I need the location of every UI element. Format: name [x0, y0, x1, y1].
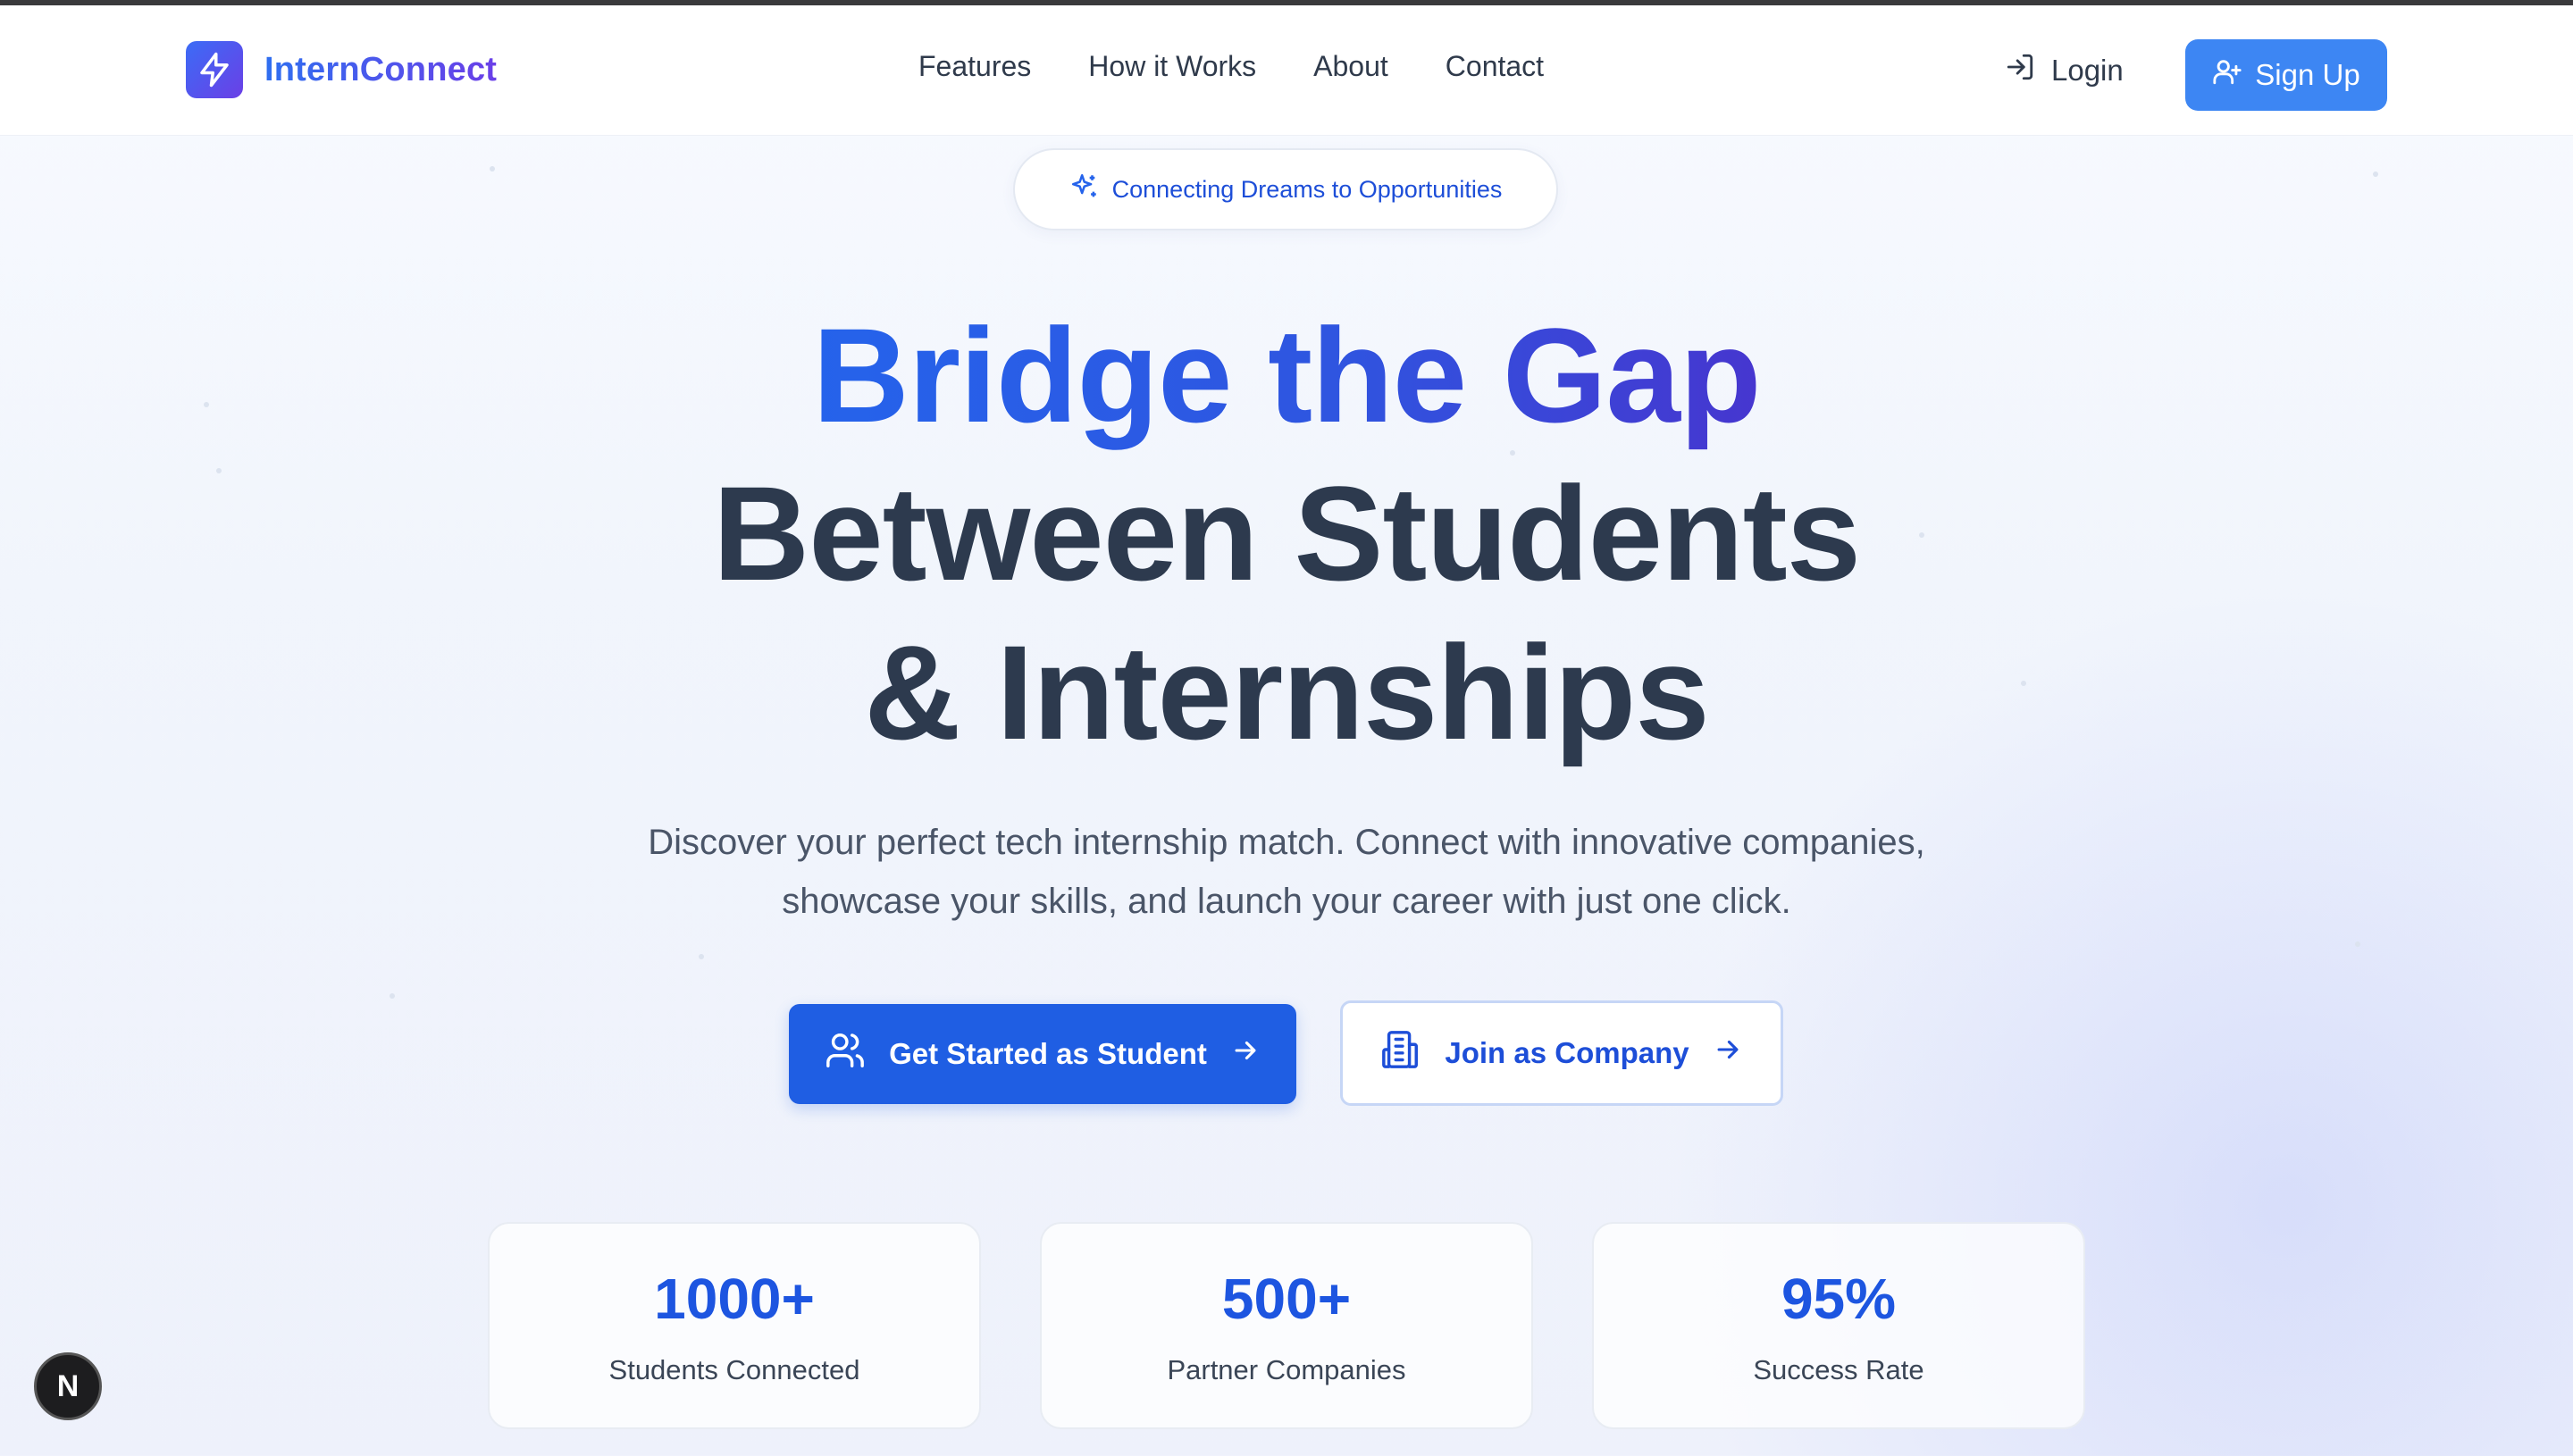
- signup-button[interactable]: Sign Up: [2185, 39, 2387, 111]
- arrow-right-icon: [1230, 1035, 1261, 1073]
- brand-link[interactable]: InternConnect: [186, 41, 497, 98]
- stat-value: 500+: [1221, 1267, 1352, 1331]
- stat-label: Partner Companies: [1167, 1354, 1406, 1385]
- login-button[interactable]: Login: [2005, 52, 2124, 89]
- signup-label: Sign Up: [2255, 58, 2360, 91]
- user-plus-icon: [2212, 56, 2242, 94]
- stat-card: 95% Success Rate: [1592, 1222, 2085, 1429]
- brand-name: InternConnect: [264, 50, 498, 88]
- hero-title-line-1: Bridge the Gap: [812, 300, 1761, 450]
- company-button-label: Join as Company: [1445, 1036, 1689, 1069]
- hero-subtitle: Discover your perfect tech internship ma…: [572, 813, 2001, 931]
- users-icon: [825, 1030, 866, 1078]
- stat-value: 95%: [1781, 1267, 1897, 1331]
- hero-title-line-3: & Internships: [864, 617, 1709, 767]
- nav-link-about[interactable]: About: [1313, 50, 1388, 83]
- stat-card: 500+ Partner Companies: [1040, 1222, 1533, 1429]
- dev-tools-badge[interactable]: N: [34, 1352, 102, 1420]
- nav-link-how-it-works[interactable]: How it Works: [1088, 50, 1256, 83]
- stat-label: Students Connected: [608, 1354, 860, 1385]
- hero-subtitle-line-2: showcase your skills, and launch your ca…: [782, 882, 1791, 921]
- nav-link-features[interactable]: Features: [918, 50, 1031, 83]
- hero-title-line-2: Between Students: [712, 458, 1861, 608]
- decor-dot: [390, 993, 395, 999]
- decor-dot: [490, 166, 495, 172]
- stat-label: Success Rate: [1753, 1354, 1924, 1385]
- student-button-label: Get Started as Student: [889, 1037, 1207, 1070]
- hero-badge: Connecting Dreams to Opportunities: [1013, 148, 1558, 230]
- navbar: InternConnect Features How it Works Abou…: [0, 5, 2573, 136]
- stat-card: 1000+ Students Connected: [488, 1222, 981, 1429]
- login-label: Login: [2051, 54, 2124, 87]
- decor-dot: [699, 954, 704, 959]
- hero-badge-text: Connecting Dreams to Opportunities: [1111, 175, 1503, 203]
- stat-value: 1000+: [654, 1267, 815, 1331]
- arrow-right-icon: [1713, 1034, 1743, 1072]
- sparkles-icon: [1069, 172, 1100, 208]
- login-icon: [2005, 52, 2035, 89]
- lightning-icon: [186, 41, 243, 98]
- join-company-button[interactable]: Join as Company: [1340, 1000, 1783, 1106]
- decor-dot: [1510, 450, 1515, 456]
- nav-links: Features How it Works About Contact: [918, 50, 1544, 83]
- nav-link-contact[interactable]: Contact: [1446, 50, 1544, 83]
- decor-dot: [2373, 172, 2378, 177]
- decor-dot: [2355, 941, 2360, 947]
- get-started-student-button[interactable]: Get Started as Student: [789, 1004, 1296, 1104]
- hero-subtitle-line-1: Discover your perfect tech internship ma…: [648, 823, 1925, 862]
- building-icon: [1380, 1029, 1421, 1077]
